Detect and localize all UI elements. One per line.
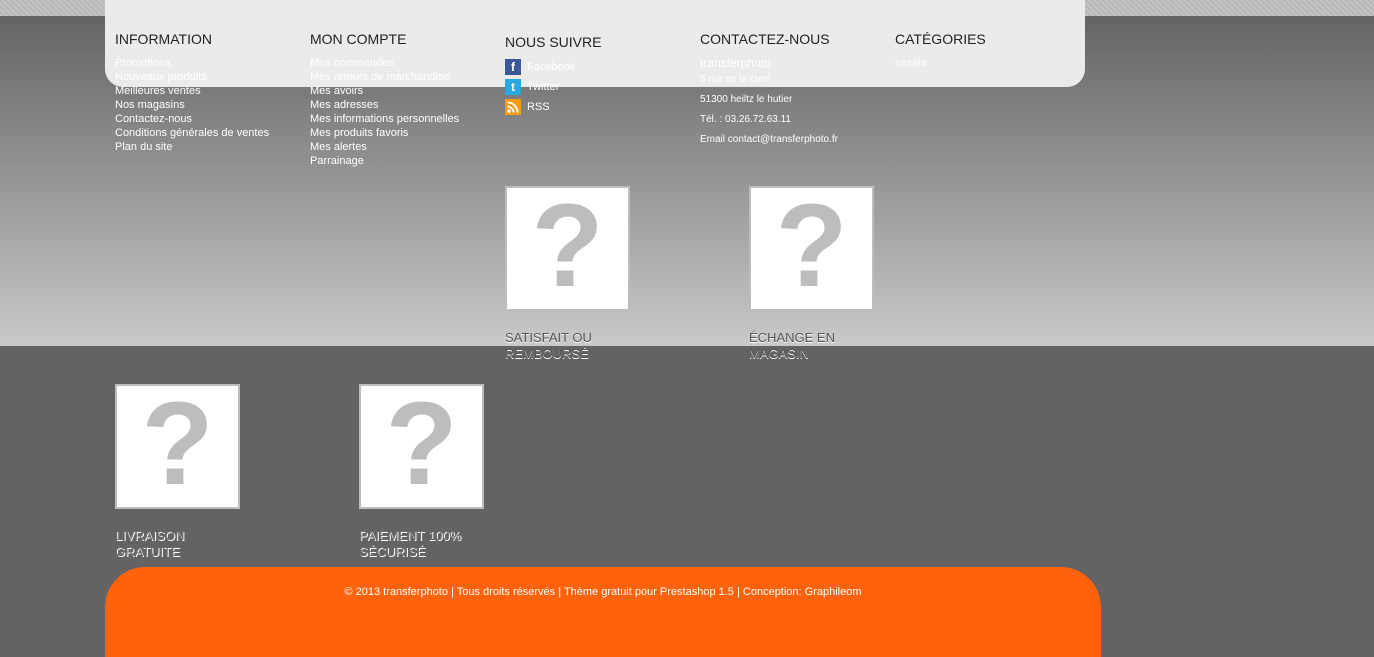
account-item-referral[interactable]: Parrainage bbox=[310, 154, 459, 168]
badge-satisfied-or-refunded: ? SATISFAIT OU REMBOURSÉ bbox=[505, 186, 630, 362]
information-item-sitemap[interactable]: Plan du site bbox=[115, 140, 269, 154]
contact-phone: Tél. : 03.26.72.63.11 bbox=[700, 114, 791, 125]
information-item-stores[interactable]: Nos magasins bbox=[115, 98, 269, 112]
follow-title: NOUS SUIVRE bbox=[505, 34, 602, 50]
information-block: INFORMATION Promotions Nouveaux produits… bbox=[115, 31, 269, 154]
categories-list: essaie bbox=[895, 56, 986, 70]
information-title: INFORMATION bbox=[115, 31, 212, 47]
badge-caption: LIVRAISON GRATUITE bbox=[115, 528, 185, 559]
copyright-bar: © 2013 transferphoto | Tous droits réser… bbox=[105, 567, 1101, 657]
account-item-returns[interactable]: Mes retours de marchandise bbox=[310, 70, 459, 84]
contact-block: CONTACTEZ-NOUS transferphoto 5 rue de la… bbox=[700, 31, 838, 150]
badge-caption: SATISFAIT OU REMBOURSÉ bbox=[505, 330, 592, 361]
account-title: MON COMPTE bbox=[310, 31, 407, 47]
information-item-new-products[interactable]: Nouveaux produits bbox=[115, 70, 269, 84]
account-item-credits[interactable]: Mes avoirs bbox=[310, 84, 459, 98]
question-mark-icon: ? bbox=[359, 384, 484, 509]
rss-icon[interactable] bbox=[505, 99, 521, 115]
account-item-favorites[interactable]: Mes produits favoris bbox=[310, 126, 459, 140]
follow-list: f Facebook t Twitter RSS bbox=[505, 57, 601, 117]
categories-title: CATÉGORIES bbox=[895, 31, 986, 47]
category-item-essaie[interactable]: essaie bbox=[895, 56, 986, 70]
contact-city: 51300 heiltz le hutier bbox=[700, 94, 793, 105]
contact-company: transferphoto bbox=[700, 56, 771, 70]
badge-store-exchange: ? ÉCHANGE EN MAGASIN bbox=[749, 186, 874, 362]
follow-block: NOUS SUIVRE f Facebook t Twitter RSS bbox=[505, 34, 601, 117]
question-mark-icon: ? bbox=[115, 384, 240, 509]
contact-email[interactable]: Email contact@transferphoto.fr bbox=[700, 130, 838, 150]
badge-caption: ÉCHANGE EN MAGASIN bbox=[749, 330, 835, 361]
account-list: Mes commandes Mes retours de marchandise… bbox=[310, 56, 459, 168]
account-item-orders[interactable]: Mes commandes bbox=[310, 56, 459, 70]
follow-item-facebook[interactable]: f Facebook bbox=[505, 57, 601, 77]
contact-address: 5 rue de la cure bbox=[700, 74, 770, 85]
badge-caption: PAIEMENT 100% SÉCURISÉ bbox=[359, 528, 462, 559]
badge-free-delivery: ? LIVRAISON GRATUITE bbox=[115, 384, 240, 560]
account-item-addresses[interactable]: Mes adresses bbox=[310, 98, 459, 112]
follow-item-twitter[interactable]: t Twitter bbox=[505, 77, 601, 97]
facebook-icon[interactable]: f bbox=[505, 59, 521, 75]
information-item-promotions[interactable]: Promotions bbox=[115, 56, 269, 70]
question-mark-icon: ? bbox=[505, 186, 630, 311]
badge-secure-payment: ? PAIEMENT 100% SÉCURISÉ bbox=[359, 384, 484, 560]
information-item-best-sellers[interactable]: Meilleures ventes bbox=[115, 84, 269, 98]
account-block: MON COMPTE Mes commandes Mes retours de … bbox=[310, 31, 459, 168]
contact-title: CONTACTEZ-NOUS bbox=[700, 31, 830, 47]
information-list: Promotions Nouveaux produits Meilleures … bbox=[115, 56, 269, 154]
information-item-contact[interactable]: Contactez-nous bbox=[115, 112, 269, 126]
categories-block: CATÉGORIES essaie bbox=[895, 31, 986, 70]
follow-item-rss[interactable]: RSS bbox=[505, 97, 601, 117]
twitter-icon[interactable]: t bbox=[505, 79, 521, 95]
account-item-alerts[interactable]: Mes alertes bbox=[310, 140, 459, 154]
question-mark-icon: ? bbox=[749, 186, 874, 311]
information-item-terms[interactable]: Conditions générales de ventes bbox=[115, 126, 269, 140]
account-item-personal-info[interactable]: Mes informations personnelles bbox=[310, 112, 459, 126]
copyright-text: © 2013 transferphoto | Tous droits réser… bbox=[344, 586, 862, 598]
